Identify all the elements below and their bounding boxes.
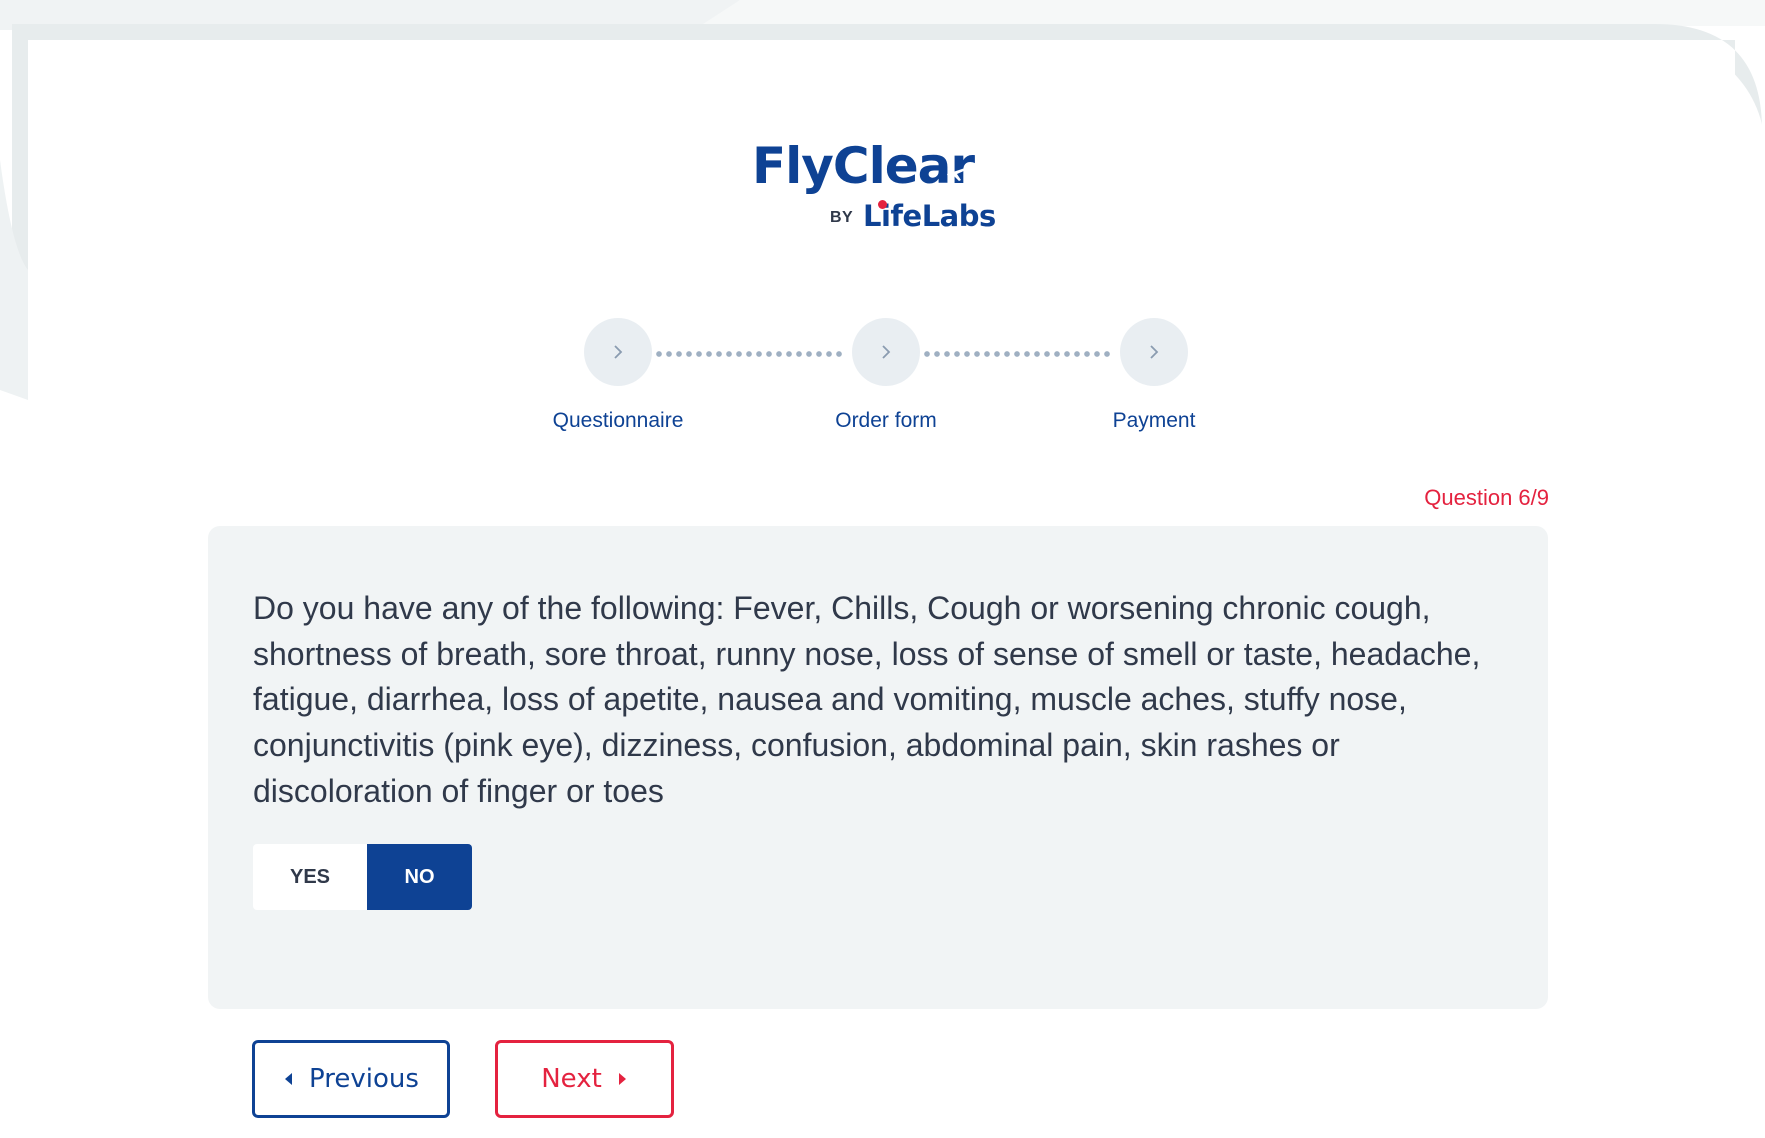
question-counter: Question 6/9 — [1424, 485, 1549, 510]
next-button[interactable]: Next — [495, 1040, 674, 1118]
yes-button[interactable]: YES — [253, 844, 367, 910]
question-panel: Do you have any of the following: Fever,… — [208, 526, 1548, 1009]
step-order-form-circle[interactable] — [852, 318, 920, 386]
step-connector — [654, 351, 844, 357]
logo-by-text: BY — [830, 209, 854, 226]
step-label-payment[interactable]: Payment — [1054, 409, 1254, 433]
chevron-right-icon — [614, 345, 623, 359]
previous-button-label: Previous — [309, 1064, 419, 1094]
question-text: Do you have any of the following: Fever,… — [253, 590, 1481, 809]
no-button[interactable]: NO — [367, 844, 472, 910]
chevron-right-icon — [1150, 345, 1159, 359]
flyclear-logo: FlyClear BY LifeLabs — [752, 138, 1012, 238]
chevron-right-icon — [882, 345, 891, 359]
step-label-questionnaire[interactable]: Questionnaire — [518, 409, 718, 433]
next-button-label: Next — [541, 1064, 602, 1094]
logo-brand-name: FlyClear — [752, 137, 975, 195]
logo-red-dot — [878, 200, 887, 209]
step-label-order-form[interactable]: Order form — [786, 409, 986, 433]
previous-button[interactable]: Previous — [252, 1040, 450, 1118]
yes-no-toggle: YES NO — [253, 844, 472, 910]
step-payment-circle[interactable] — [1120, 318, 1188, 386]
airplane-icon — [947, 168, 966, 181]
step-connector — [922, 351, 1112, 357]
step-questionnaire-circle[interactable] — [584, 318, 652, 386]
caret-left-icon — [285, 1073, 293, 1085]
caret-right-icon — [618, 1073, 626, 1085]
